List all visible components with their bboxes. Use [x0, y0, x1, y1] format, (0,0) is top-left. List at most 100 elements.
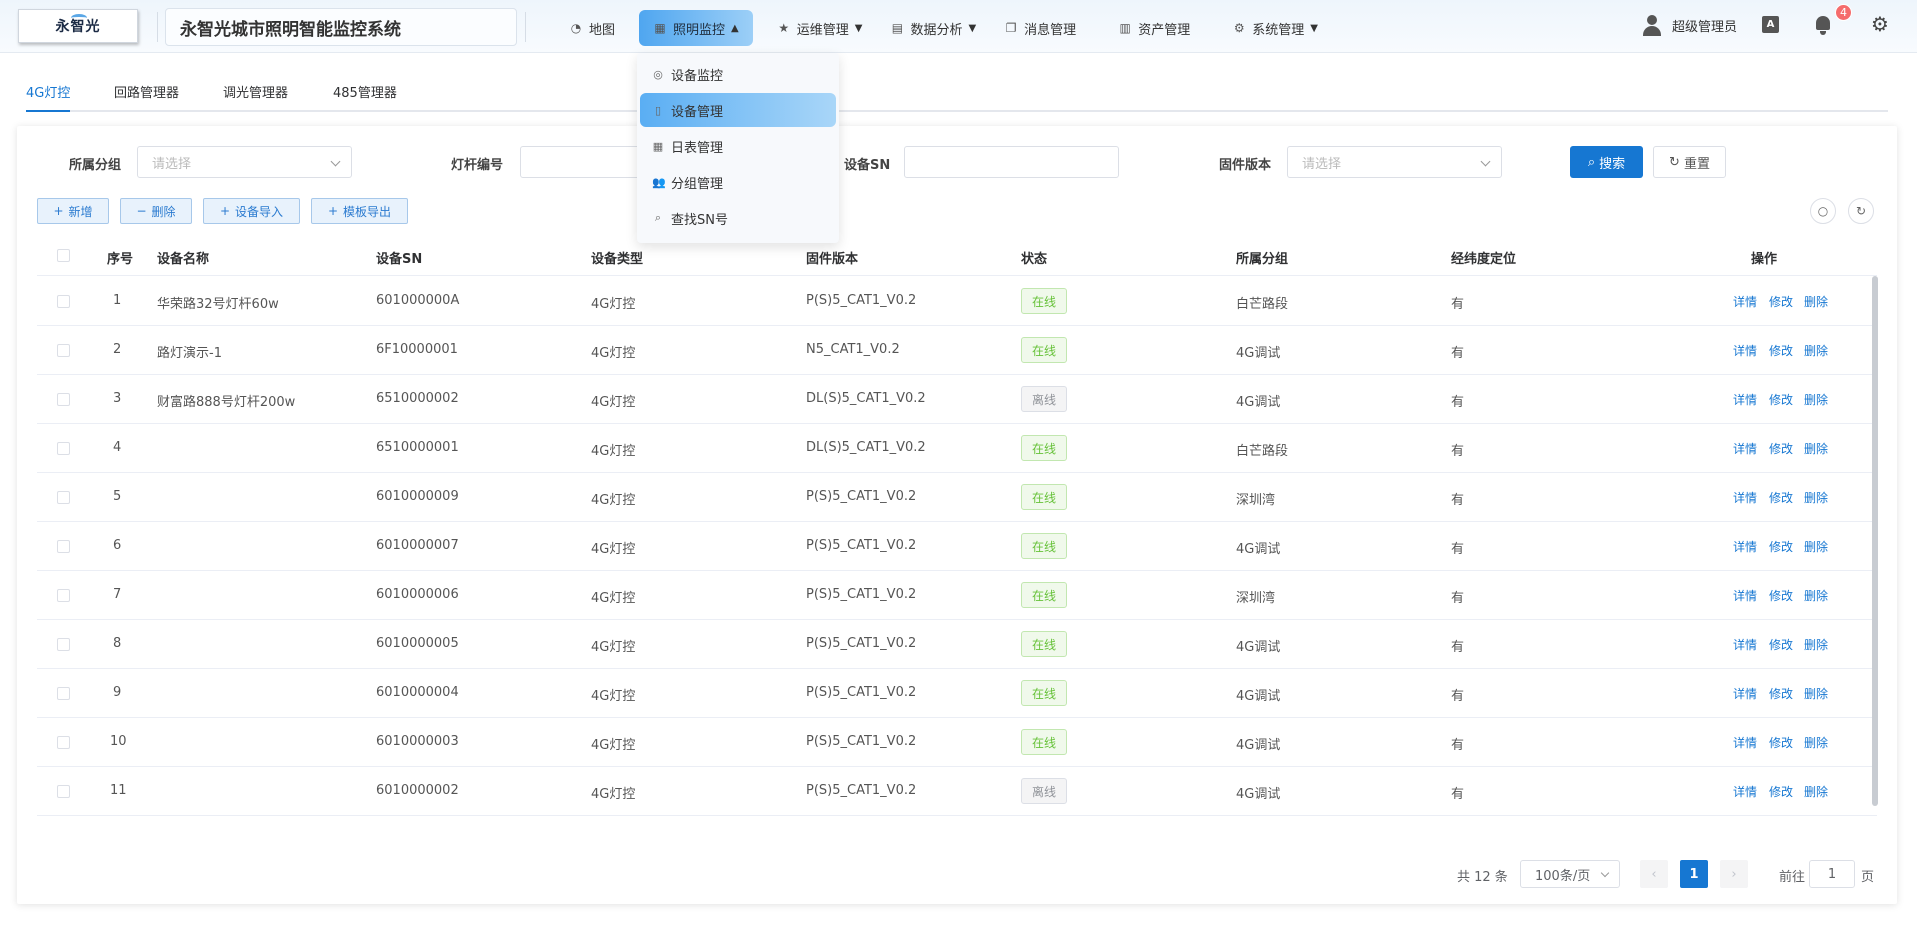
page-size-select[interactable]: 100条/页 [1520, 860, 1620, 888]
detail-link[interactable]: 详情 [1733, 342, 1757, 359]
edit-link[interactable]: 修改 [1769, 587, 1793, 604]
table-icon: ▥ [1119, 21, 1131, 35]
menu-item-find-sn[interactable]: ⌕ 查找SN号 [640, 201, 836, 235]
device-type-tabs: 4G灯控 回路管理器 调光管理器 485管理器 [26, 82, 1888, 112]
firmware-select[interactable]: 请选择 [1287, 146, 1502, 178]
reset-button-label: 重置 [1683, 156, 1710, 172]
reset-button[interactable]: ↻ 重置 [1653, 146, 1726, 178]
delete-link[interactable]: 删除 [1804, 587, 1828, 604]
export-template-button[interactable]: + 模板导出 [311, 198, 408, 224]
edit-link[interactable]: 修改 [1769, 391, 1793, 408]
nav-label: 资产管理 [1138, 22, 1191, 38]
delete-link[interactable]: 删除 [1804, 342, 1828, 359]
row-checkbox[interactable] [57, 638, 70, 651]
cell-fw: P(S)5_CAT1_V0.2 [806, 734, 917, 749]
detail-link[interactable]: 详情 [1733, 391, 1757, 408]
group-select[interactable]: 请选择 [137, 146, 352, 178]
detail-link[interactable]: 详情 [1733, 538, 1757, 555]
add-button[interactable]: + 新增 [37, 198, 109, 224]
menu-item-group-management[interactable]: 👥 分组管理 [640, 165, 836, 199]
delete-button[interactable]: − 删除 [120, 198, 192, 224]
detail-link[interactable]: 详情 [1733, 734, 1757, 751]
tab-4g-light[interactable]: 4G灯控 [26, 82, 71, 112]
edit-link[interactable]: 修改 [1769, 734, 1793, 751]
delete-link[interactable]: 删除 [1804, 293, 1828, 310]
delete-link[interactable]: 删除 [1804, 489, 1828, 506]
status-badge: 在线 [1021, 582, 1067, 608]
detail-link[interactable]: 详情 [1733, 293, 1757, 310]
edit-link[interactable]: 修改 [1769, 685, 1793, 702]
edit-link[interactable]: 修改 [1769, 440, 1793, 457]
delete-link[interactable]: 删除 [1804, 440, 1828, 457]
row-checkbox[interactable] [57, 589, 70, 602]
row-checkbox[interactable] [57, 785, 70, 798]
sn-input[interactable] [904, 146, 1119, 178]
nav-map[interactable]: ◔ 地图 [555, 10, 629, 46]
tab-485-manager[interactable]: 485管理器 [333, 82, 397, 112]
edit-link[interactable]: 修改 [1769, 636, 1793, 653]
cell-sn: 6F10000001 [376, 342, 458, 357]
nav-data-analysis[interactable]: ▤ 数据分析 ▼ [876, 10, 990, 46]
menu-item-schedule[interactable]: ▦ 日表管理 [640, 129, 836, 163]
menu-item-label: 分组管理 [671, 176, 724, 192]
menu-item-device-monitor[interactable]: ◎ 设备监控 [640, 57, 836, 91]
user-icon[interactable] [1642, 15, 1662, 37]
row-checkbox[interactable] [57, 540, 70, 553]
delete-link[interactable]: 删除 [1804, 783, 1828, 800]
cell-geo: 有 [1451, 787, 1465, 802]
detail-link[interactable]: 详情 [1733, 783, 1757, 800]
table-refresh-icon[interactable]: ↻ [1848, 198, 1874, 224]
prev-page-button[interactable]: ‹ [1640, 860, 1668, 888]
tab-circuit-manager[interactable]: 回路管理器 [114, 82, 179, 112]
user-name[interactable]: 超级管理员 [1672, 16, 1737, 35]
nav-lighting-monitor[interactable]: ▦ 照明监控 ▲ [639, 10, 753, 46]
cell-no: 8 [113, 636, 122, 651]
bell-icon[interactable] [1814, 14, 1832, 36]
row-checkbox[interactable] [57, 295, 70, 308]
edit-link[interactable]: 修改 [1769, 538, 1793, 555]
detail-link[interactable]: 详情 [1733, 489, 1757, 506]
select-all-checkbox[interactable] [57, 249, 70, 262]
detail-link[interactable]: 详情 [1733, 440, 1757, 457]
edit-link[interactable]: 修改 [1769, 342, 1793, 359]
delete-link[interactable]: 删除 [1804, 636, 1828, 653]
detail-link[interactable]: 详情 [1733, 587, 1757, 604]
delete-link[interactable]: 删除 [1804, 685, 1828, 702]
delete-link[interactable]: 删除 [1804, 391, 1828, 408]
row-checkbox[interactable] [57, 736, 70, 749]
status-badge: 在线 [1021, 337, 1067, 363]
table-search-icon[interactable]: ○ [1810, 198, 1836, 224]
col-actions: 操作 [1751, 252, 1778, 267]
menu-item-device-management[interactable]: ▯ 设备管理 [640, 93, 836, 127]
search-button[interactable]: ⌕ 搜索 [1570, 146, 1643, 178]
delete-link[interactable]: 删除 [1804, 734, 1828, 751]
row-checkbox[interactable] [57, 393, 70, 406]
row-checkbox[interactable] [57, 687, 70, 700]
next-page-button[interactable]: › [1720, 860, 1748, 888]
settings-gear-icon[interactable]: ⚙ [1871, 14, 1891, 34]
tab-dimming-manager[interactable]: 调光管理器 [223, 82, 288, 112]
cell-fw: P(S)5_CAT1_V0.2 [806, 293, 917, 308]
row-checkbox[interactable] [57, 442, 70, 455]
nav-system[interactable]: ⚙ 系统管理 ▼ [1218, 10, 1332, 46]
detail-link[interactable]: 详情 [1733, 685, 1757, 702]
table-scrollbar[interactable] [1872, 276, 1878, 806]
nav-assets[interactable]: ▥ 资产管理 [1104, 10, 1204, 46]
page-1-button[interactable]: 1 [1680, 860, 1708, 888]
nav-messages[interactable]: ❐ 消息管理 [990, 10, 1090, 46]
goto-page-input[interactable]: 1 [1809, 860, 1855, 888]
edit-link[interactable]: 修改 [1769, 783, 1793, 800]
cell-no: 5 [113, 489, 122, 504]
detail-link[interactable]: 详情 [1733, 636, 1757, 653]
delete-link[interactable]: 删除 [1804, 538, 1828, 555]
edit-link[interactable]: 修改 [1769, 293, 1793, 310]
row-checkbox[interactable] [57, 344, 70, 357]
cell-no: 6 [113, 538, 122, 553]
language-icon[interactable]: A [1762, 16, 1779, 33]
plus-icon: + [219, 204, 231, 218]
nav-operations[interactable]: ★ 运维管理 ▼ [763, 10, 877, 46]
import-button[interactable]: + 设备导入 [203, 198, 300, 224]
caret-down-icon: ▼ [854, 22, 863, 34]
edit-link[interactable]: 修改 [1769, 489, 1793, 506]
row-checkbox[interactable] [57, 491, 70, 504]
